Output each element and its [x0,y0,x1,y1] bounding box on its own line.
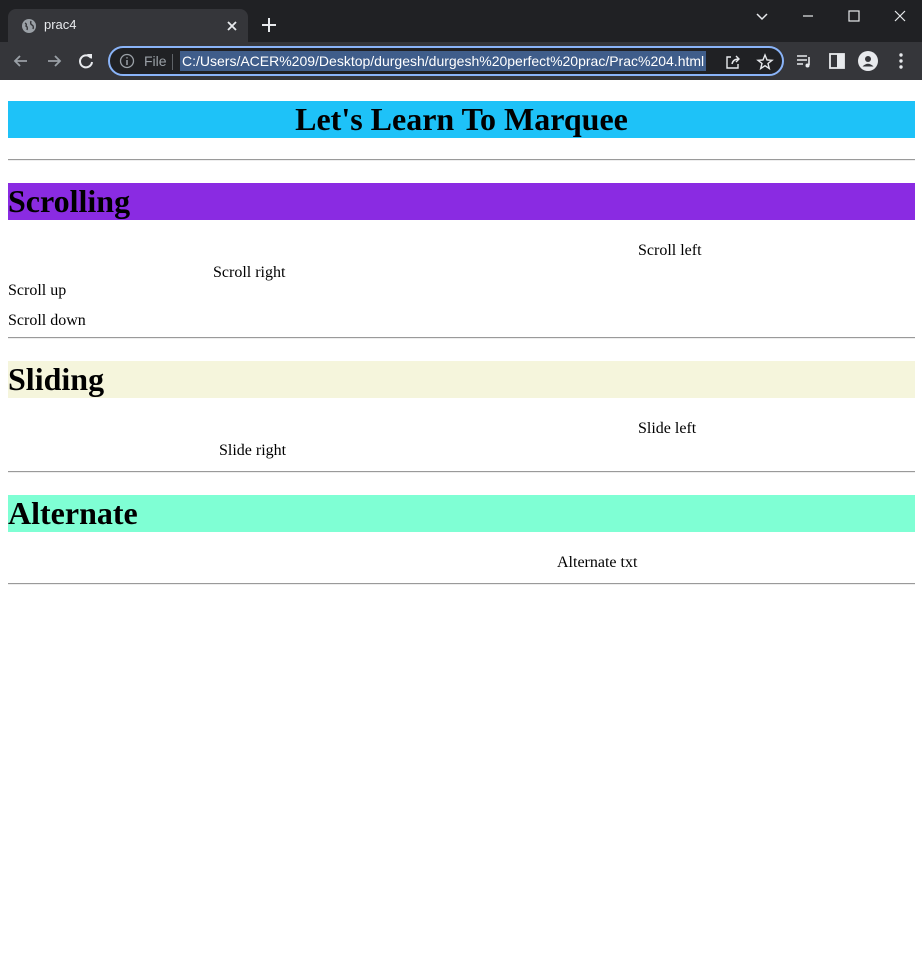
tab-title: prac4 [44,17,77,32]
reload-icon[interactable] [76,51,96,71]
title-bar: prac4 [0,0,922,42]
browser-tab[interactable]: prac4 [8,9,248,42]
media-queue-icon[interactable] [794,51,814,71]
section-heading-alternate: Alternate [8,495,915,532]
address-bar[interactable]: File C:/Users/ACER%209/Desktop/durgesh/d… [108,46,784,76]
marquee-scroll-up: Scroll up [8,282,67,299]
divider [8,159,915,161]
back-icon[interactable] [11,51,31,71]
section-heading-scrolling: Scrolling [8,183,915,220]
browser-toolbar: File C:/Users/ACER%209/Desktop/durgesh/d… [0,42,922,80]
marquee-scroll-left: Scroll left [638,242,702,259]
bookmark-star-icon[interactable] [756,53,774,71]
url-text[interactable]: C:/Users/ACER%209/Desktop/durgesh/durges… [180,51,707,71]
forward-icon[interactable] [44,51,64,71]
marquee-scroll-right: Scroll right [213,264,286,281]
share-icon[interactable] [724,53,742,71]
main-heading: Let's Learn To Marquee [8,101,915,138]
divider [8,583,915,585]
more-menu-icon[interactable] [891,51,911,71]
section-heading-sliding: Sliding [8,361,915,398]
info-icon[interactable] [119,53,135,69]
close-tab-icon[interactable] [224,18,240,34]
marquee-alternate: Alternate txt [557,554,638,571]
divider [8,337,915,339]
marquee-slide-right: Slide right [219,442,287,459]
maximize-icon[interactable] [844,6,864,26]
minimize-icon[interactable] [798,6,818,26]
scheme-label: File [144,53,167,69]
marquee-slide-left: Slide left [638,420,697,437]
page-viewport: Let's Learn To Marquee Scrolling Scroll … [0,80,922,963]
omnibox-separator [172,54,173,70]
divider [8,471,915,473]
tab-search-chevron-icon[interactable] [752,6,772,26]
profile-avatar-icon[interactable] [858,51,878,71]
window-close-icon[interactable] [890,6,910,26]
side-panel-icon[interactable] [827,51,847,71]
marquee-scroll-down: Scroll down [8,312,86,329]
new-tab-icon[interactable] [260,16,278,34]
globe-icon [22,19,36,33]
